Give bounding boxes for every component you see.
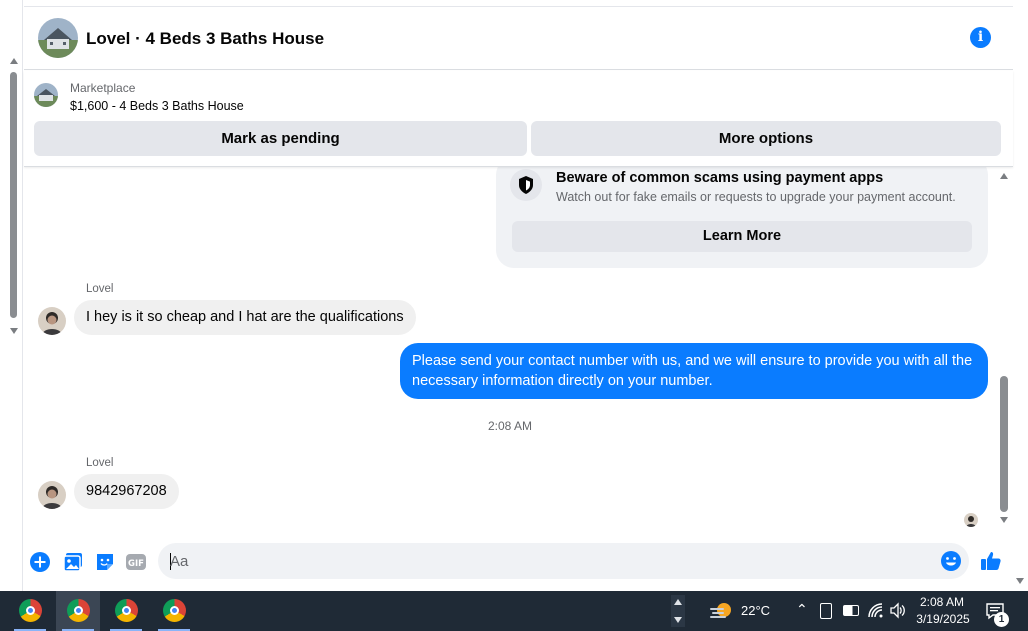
learn-more-button[interactable]: Learn More xyxy=(512,221,972,252)
chevron-up-icon[interactable]: ⌃ xyxy=(796,601,808,618)
chevron-up-icon[interactable] xyxy=(674,599,682,605)
shield-icon xyxy=(510,169,542,201)
scroll-down-arrow-icon[interactable] xyxy=(10,328,18,334)
scroll-up-arrow-icon[interactable] xyxy=(10,58,18,64)
clock-time[interactable]: 2:08 AM xyxy=(918,595,966,609)
scroll-down-arrow-icon[interactable] xyxy=(1000,517,1008,523)
photo-icon[interactable] xyxy=(62,551,84,573)
marketplace-label: Marketplace xyxy=(70,81,136,95)
scam-warning-body: Watch out for fake emails or requests to… xyxy=(556,190,956,204)
emoji-icon[interactable] xyxy=(940,550,962,572)
incoming-message-bubble[interactable]: 9842967208 xyxy=(74,474,179,509)
meet-now-icon[interactable] xyxy=(820,603,832,619)
gif-icon[interactable]: GIF xyxy=(125,551,147,573)
sticker-icon[interactable] xyxy=(94,551,116,573)
taskbar-chrome-profile-1[interactable] xyxy=(8,591,52,631)
listing-avatar[interactable] xyxy=(38,18,78,58)
clock-date[interactable]: 3/19/2025 xyxy=(914,612,972,626)
volume-icon[interactable] xyxy=(889,602,907,619)
windows-taskbar: 22°C ⌃ 2:08 AM 3/19/2025 1 xyxy=(0,591,1028,631)
message-sender-name: Lovel xyxy=(86,283,114,295)
marketplace-bar: Marketplace $1,600 - 4 Beds 3 Baths Hous… xyxy=(24,71,1013,167)
left-scrollbar-thumb[interactable] xyxy=(10,72,17,318)
listing-thumbnail[interactable] xyxy=(34,83,58,107)
taskbar-chrome-profile-3[interactable] xyxy=(104,591,148,631)
chat-scrollbar[interactable] xyxy=(997,167,1013,541)
sender-avatar[interactable] xyxy=(38,481,66,509)
mark-as-pending-button[interactable]: Mark as pending xyxy=(34,121,527,156)
taskbar-scroller[interactable] xyxy=(671,595,685,627)
thumbs-up-icon[interactable] xyxy=(979,549,1003,573)
notification-count-badge: 1 xyxy=(994,612,1009,627)
message-composer: GIF xyxy=(24,541,1013,586)
message-list[interactable]: Beware of common scams using payment app… xyxy=(24,167,997,541)
scroll-down-arrow-icon[interactable] xyxy=(1016,578,1024,584)
svg-text:GIF: GIF xyxy=(128,559,144,569)
taskbar-chrome-profile-4[interactable] xyxy=(152,591,196,631)
scam-warning-card: Beware of common scams using payment app… xyxy=(496,167,988,268)
message-input[interactable] xyxy=(170,543,930,579)
left-scrollbar[interactable] xyxy=(0,0,23,591)
scam-warning-heading: Beware of common scams using payment app… xyxy=(556,170,884,186)
conversation-title[interactable]: Lovel · 4 Beds 3 Baths House xyxy=(86,29,324,49)
info-icon[interactable]: i xyxy=(970,27,991,48)
chevron-down-icon[interactable] xyxy=(674,617,682,623)
messenger-window: Lovel · 4 Beds 3 Baths House i Marketpla… xyxy=(0,0,1028,631)
more-options-button[interactable]: More options xyxy=(531,121,1001,156)
message-input-box[interactable] xyxy=(158,543,969,579)
battery-icon[interactable] xyxy=(843,605,859,616)
weather-temperature[interactable]: 22°C xyxy=(741,603,770,618)
chat-scrollbar-thumb[interactable] xyxy=(1000,376,1008,512)
taskbar-chrome-profile-2[interactable] xyxy=(56,591,100,631)
sender-avatar[interactable] xyxy=(38,307,66,335)
message-sender-name: Lovel xyxy=(86,457,114,469)
message-timestamp: 2:08 AM xyxy=(488,419,533,433)
weather-icon[interactable] xyxy=(708,600,734,622)
plus-icon[interactable] xyxy=(29,551,51,573)
listing-title[interactable]: $1,600 - 4 Beds 3 Baths House xyxy=(70,99,244,113)
wifi-icon[interactable] xyxy=(867,602,884,619)
outgoing-message-bubble[interactable]: Please send your contact number with us,… xyxy=(400,343,988,399)
scroll-up-arrow-icon[interactable] xyxy=(1000,173,1008,179)
conversation-header: Lovel · 4 Beds 3 Baths House i xyxy=(24,6,1013,70)
seen-indicator-avatar xyxy=(964,513,978,527)
page-scrollbar[interactable] xyxy=(1013,0,1028,591)
incoming-message-bubble[interactable]: I hey is it so cheap and I hat are the q… xyxy=(74,300,416,335)
